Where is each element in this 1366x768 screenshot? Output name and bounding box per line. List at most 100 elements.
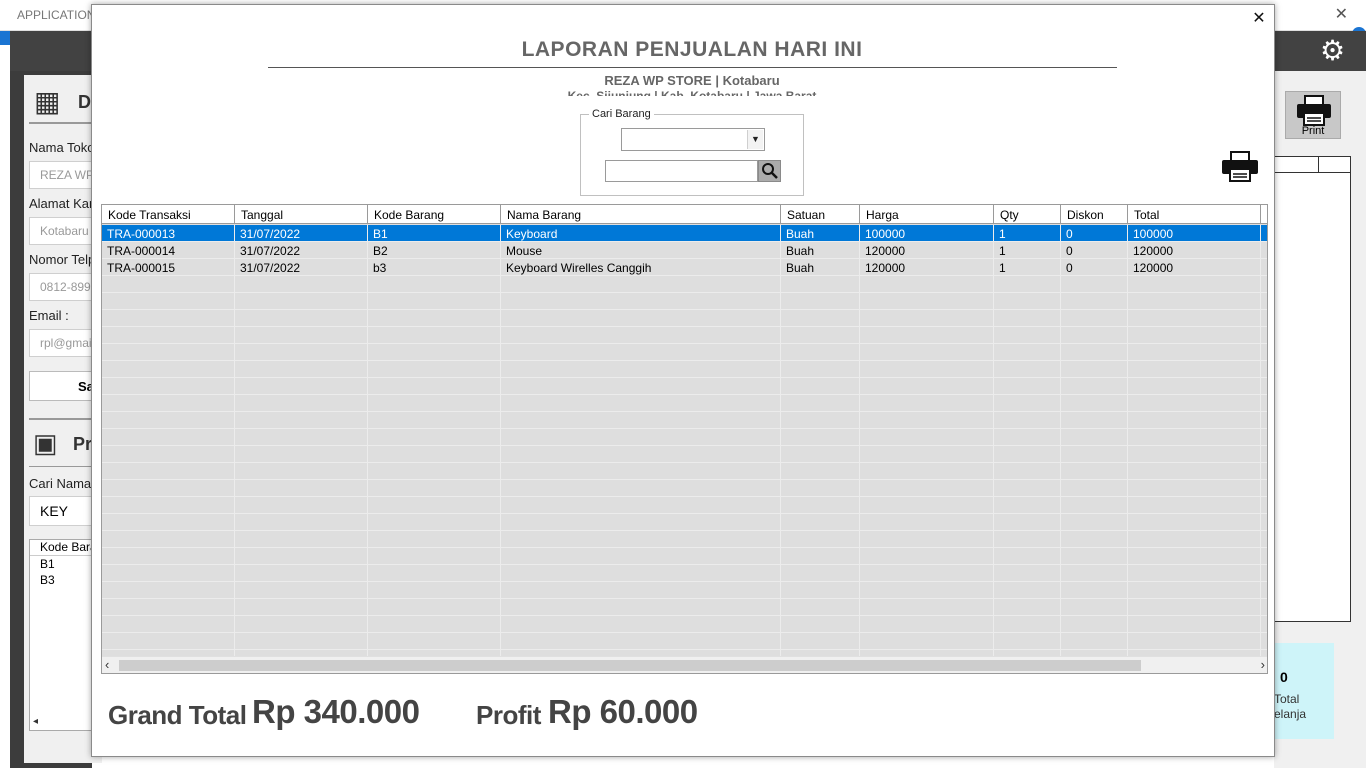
scroll-right-icon[interactable]: ›	[1261, 657, 1265, 672]
item-combo[interactable]: ▼	[621, 128, 765, 151]
column-header[interactable]: Kode Transaksi	[102, 205, 235, 224]
column-header[interactable]: Tanggal	[235, 205, 368, 224]
empty-row[interactable]	[102, 412, 1267, 429]
table-row[interactable]: TRA-000013 31/07/2022 B1 Keyboard Buah 100000…	[102, 225, 1267, 242]
empty-row[interactable]	[102, 531, 1267, 548]
save-button[interactable]: Sa	[29, 371, 94, 401]
horizontal-scrollbar[interactable]: ‹ ›	[102, 656, 1267, 673]
table-cell: 0	[1061, 259, 1128, 276]
table-cell	[860, 327, 994, 344]
table-cell	[1061, 599, 1128, 616]
empty-row[interactable]	[102, 293, 1267, 310]
product-search-input[interactable]: KEY	[29, 496, 92, 526]
table-cell	[368, 293, 501, 310]
gear-icon[interactable]: ⚙	[1320, 37, 1345, 65]
table-cell	[1061, 327, 1128, 344]
empty-row[interactable]	[102, 599, 1267, 616]
table-cell	[781, 293, 860, 310]
table-cell	[860, 514, 994, 531]
table-cell	[1061, 310, 1128, 327]
table-cell	[235, 310, 368, 327]
empty-row[interactable]	[102, 480, 1267, 497]
table-cell	[501, 344, 781, 361]
scroll-left-icon[interactable]: ‹	[105, 657, 109, 672]
empty-row[interactable]	[102, 565, 1267, 582]
empty-row[interactable]	[102, 582, 1267, 599]
table-cell	[368, 446, 501, 463]
table-cell	[1061, 548, 1128, 565]
product-list[interactable]: Kode Barang B1 B3 ◂	[29, 539, 92, 731]
table-row[interactable]: TRA-000014 31/07/2022 B2 Mouse Buah 120000 1 0 1…	[102, 242, 1267, 259]
empty-row[interactable]	[102, 310, 1267, 327]
empty-row[interactable]	[102, 378, 1267, 395]
print-button[interactable]: Print	[1285, 91, 1341, 139]
table-cell	[1128, 276, 1261, 293]
table-cell	[235, 412, 368, 429]
column-header[interactable]: Nama Barang	[501, 205, 781, 224]
list-item[interactable]: B3	[40, 573, 55, 587]
table-cell	[994, 344, 1061, 361]
table-cell	[860, 276, 994, 293]
profit-value: Rp 60.000	[548, 693, 698, 730]
empty-row[interactable]	[102, 616, 1267, 633]
print-report-icon[interactable]	[1221, 151, 1259, 183]
table-cell	[994, 378, 1061, 395]
list-item[interactable]: B1	[40, 557, 55, 571]
app-close-icon[interactable]: ✕	[1335, 4, 1348, 24]
product-search-label: Cari Nama	[29, 476, 92, 491]
empty-row[interactable]	[102, 514, 1267, 531]
empty-row[interactable]	[102, 463, 1267, 480]
column-header[interactable]: Satuan	[781, 205, 860, 224]
column-header[interactable]: Total	[1128, 205, 1261, 224]
table-row[interactable]: TRA-000015 31/07/2022 b3 Keyboard Wirelles …	[102, 259, 1267, 276]
column-header[interactable]: Harga	[860, 205, 994, 224]
table-cell	[102, 480, 235, 497]
empty-row[interactable]	[102, 344, 1267, 361]
table-cell	[102, 514, 235, 531]
empty-row[interactable]	[102, 361, 1267, 378]
scrollbar-thumb[interactable]	[119, 660, 1141, 671]
store-name-field[interactable]: REZA WP STORE	[29, 161, 92, 189]
table-cell	[781, 344, 860, 361]
search-button[interactable]	[758, 160, 781, 182]
store-email-field[interactable]: rpl@gmail.com	[29, 329, 92, 357]
column-header[interactable]: Kode Barang	[368, 205, 501, 224]
table-cell	[994, 514, 1061, 531]
search-group: Cari Barang ▼	[580, 108, 804, 196]
table-cell	[1128, 412, 1261, 429]
table-cell	[235, 395, 368, 412]
scroll-left-icon[interactable]: ◂	[33, 716, 38, 727]
table-cell	[102, 565, 235, 582]
empty-row[interactable]	[102, 497, 1267, 514]
empty-row[interactable]	[102, 327, 1267, 344]
column-header[interactable]: Qty	[994, 205, 1061, 224]
table-cell: 120000	[1128, 259, 1261, 276]
table-cell: Keyboard	[501, 225, 781, 242]
empty-row[interactable]	[102, 429, 1267, 446]
search-input[interactable]	[605, 160, 758, 182]
column-header[interactable]: Diskon	[1061, 205, 1128, 224]
table-cell	[235, 633, 368, 650]
grid-body[interactable]: TRA-000013 31/07/2022 B1 Keyboard Buah 100000…	[102, 225, 1267, 657]
table-cell	[368, 531, 501, 548]
table-cell	[781, 599, 860, 616]
empty-row[interactable]	[102, 395, 1267, 412]
empty-row[interactable]	[102, 446, 1267, 463]
sales-grid[interactable]: Kode Transaksi Tanggal Kode Barang Nama Bar…	[101, 204, 1268, 674]
table-cell	[1128, 293, 1261, 310]
table-cell	[1061, 378, 1128, 395]
product-list-header[interactable]: Kode Barang	[30, 540, 92, 556]
dialog-close-icon[interactable]: ✕	[1252, 11, 1266, 27]
table-cell	[1061, 293, 1128, 310]
summary-label: Total	[1274, 692, 1300, 706]
store-phone-field[interactable]: 0812-8998	[29, 273, 92, 301]
table-cell	[501, 429, 781, 446]
table-cell	[994, 480, 1061, 497]
chevron-down-icon[interactable]: ▼	[747, 130, 763, 149]
empty-row[interactable]	[102, 548, 1267, 565]
empty-row[interactable]	[102, 633, 1267, 650]
table-cell	[368, 429, 501, 446]
store-address-field[interactable]: Kotabaru	[29, 217, 92, 245]
table-cell	[235, 327, 368, 344]
empty-row[interactable]	[102, 276, 1267, 293]
